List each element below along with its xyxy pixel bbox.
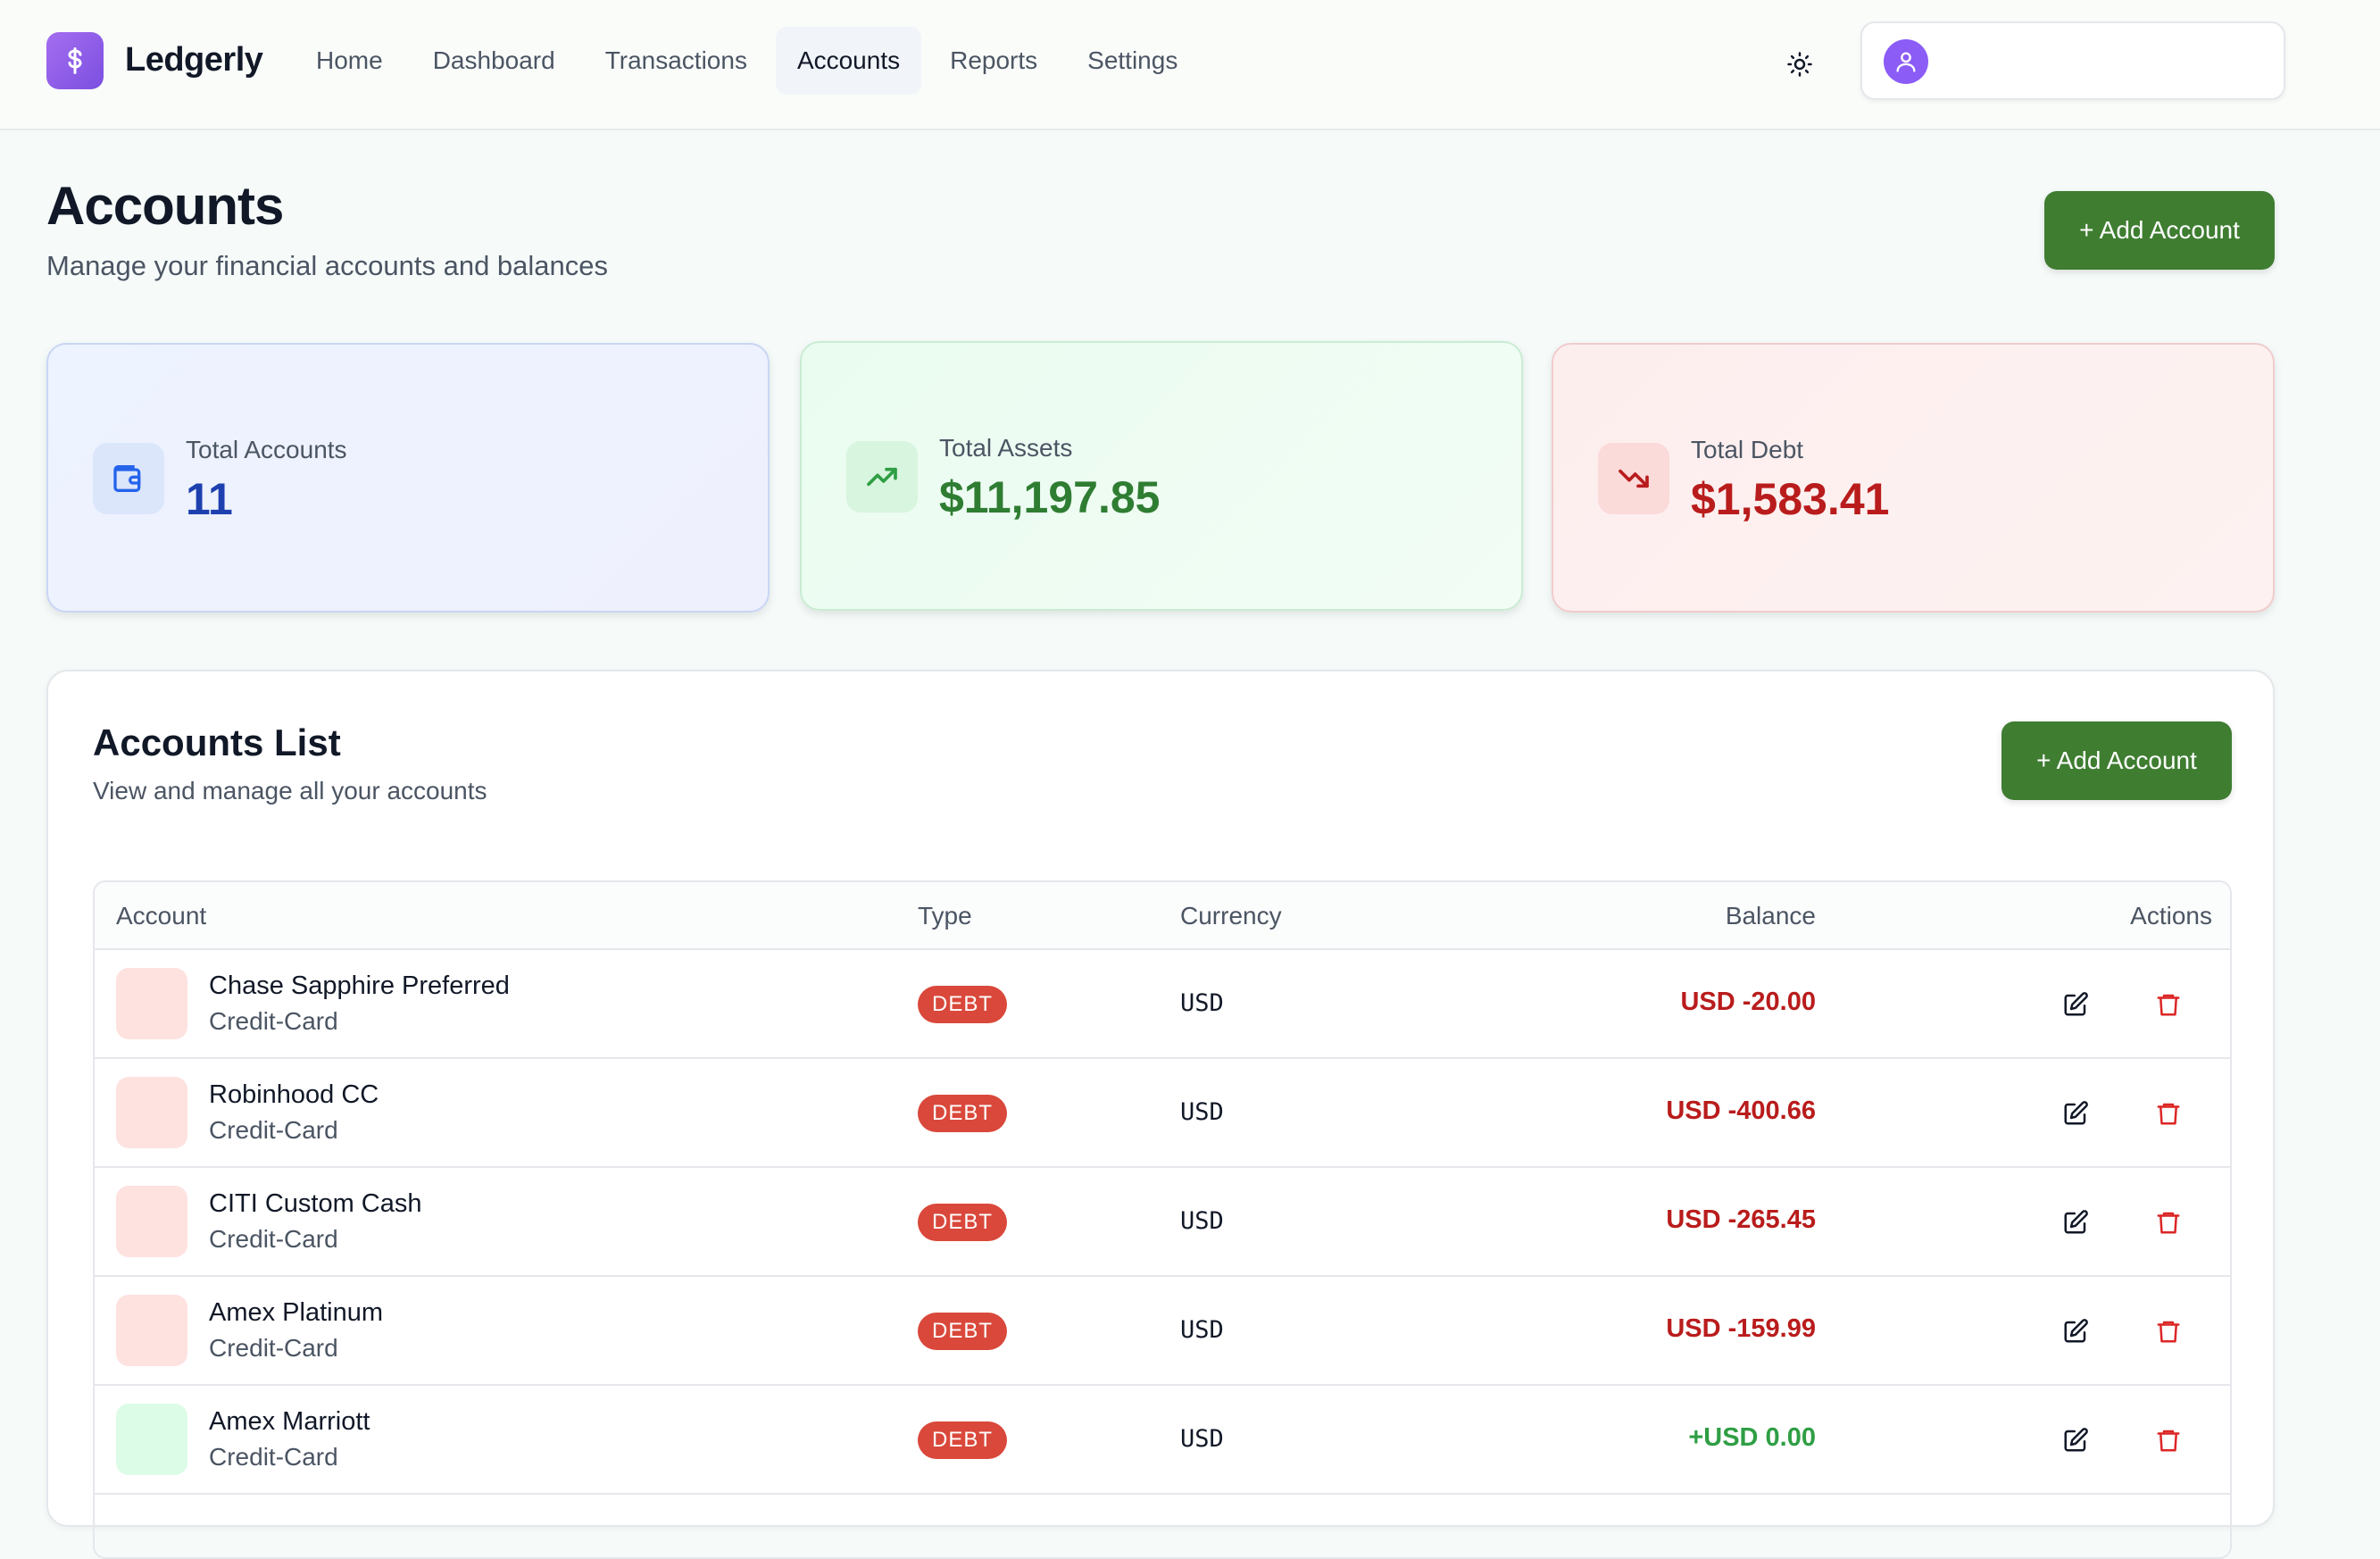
- delete-button[interactable]: [2148, 1093, 2189, 1134]
- column-type[interactable]: Type: [918, 902, 972, 930]
- accounts-table: Account Type Currency Balance Actions Ch…: [93, 880, 2232, 1559]
- account-subtype: Credit-Card: [209, 1007, 338, 1035]
- account-balance: USD -400.66: [1666, 1096, 1816, 1125]
- table-row[interactable]: Robinhood CC Credit-Card DEBT USD USD -4…: [95, 1059, 2230, 1168]
- edit-button[interactable]: [2055, 1420, 2096, 1461]
- main-nav: Home Dashboard Transactions Accounts Rep…: [295, 27, 1199, 95]
- edit-icon: [2064, 1101, 2088, 1125]
- trending-down-icon: [1598, 443, 1669, 514]
- add-account-button-list[interactable]: + Add Account: [2001, 721, 2232, 800]
- edit-icon: [2064, 1210, 2088, 1234]
- nav-transactions[interactable]: Transactions: [584, 27, 769, 95]
- top-navigation-bar: Ledgerly Home Dashboard Transactions Acc…: [0, 0, 2380, 130]
- page-subtitle: Manage your financial accounts and balan…: [46, 250, 609, 281]
- delete-button[interactable]: [2148, 1420, 2189, 1461]
- edit-button[interactable]: [2055, 1311, 2096, 1352]
- account-currency: USD: [1180, 1207, 1224, 1235]
- account-name: Chase Sapphire Preferred: [209, 971, 510, 1000]
- trash-icon: [2157, 1103, 2180, 1125]
- nav-accounts[interactable]: Accounts: [775, 27, 922, 95]
- add-account-button[interactable]: + Add Account: [2044, 191, 2275, 270]
- accounts-list-title: Accounts List: [93, 721, 341, 763]
- wallet-icon: [93, 443, 164, 514]
- trending-up-icon: [846, 441, 918, 513]
- account-icon: [116, 1186, 187, 1257]
- table-row[interactable]: Amex Platinum Credit-Card DEBT USD USD -…: [95, 1277, 2230, 1386]
- type-badge: DEBT: [918, 1095, 1008, 1132]
- edit-button[interactable]: [2055, 1202, 2096, 1243]
- app-name: Ledgerly: [125, 41, 263, 79]
- account-currency: USD: [1180, 1098, 1224, 1126]
- logo-dollar-icon[interactable]: [46, 32, 104, 89]
- user-menu-button[interactable]: [1860, 21, 2285, 100]
- delete-button[interactable]: [2148, 1311, 2189, 1352]
- edit-icon: [2064, 992, 2088, 1016]
- trash-icon: [2157, 1212, 2180, 1234]
- theme-toggle-button[interactable]: [1775, 39, 1825, 89]
- account-balance: USD -20.00: [1680, 988, 1816, 1016]
- account-name: Amex Marriott: [209, 1407, 370, 1436]
- account-balance: USD -265.45: [1666, 1205, 1816, 1234]
- account-subtype: Credit-Card: [209, 1334, 338, 1362]
- account-icon: [116, 968, 187, 1039]
- table-row[interactable]: CITI Custom Cash Credit-Card DEBT USD US…: [95, 1168, 2230, 1277]
- account-icon: [116, 1295, 187, 1366]
- account-subtype: Credit-Card: [209, 1443, 338, 1471]
- trash-icon: [2157, 994, 2180, 1016]
- account-currency: USD: [1180, 1425, 1224, 1453]
- edit-button[interactable]: [2055, 984, 2096, 1025]
- account-icon: [116, 1077, 187, 1148]
- column-actions: Actions: [2130, 902, 2212, 930]
- type-badge: DEBT: [918, 1421, 1008, 1459]
- account-currency: USD: [1180, 989, 1224, 1017]
- edit-icon: [2064, 1319, 2088, 1343]
- account-subtype: Credit-Card: [209, 1116, 338, 1144]
- account-balance: USD -159.99: [1666, 1314, 1816, 1343]
- type-badge: DEBT: [918, 1204, 1008, 1241]
- account-name: Amex Platinum: [209, 1298, 384, 1327]
- trash-icon: [2157, 1321, 2180, 1343]
- avatar: [1884, 39, 1928, 84]
- nav-dashboard[interactable]: Dashboard: [412, 27, 577, 95]
- accounts-list-panel: Accounts List View and manage all your a…: [46, 670, 2275, 1559]
- total-assets-card: Total Assets $11,197.85: [800, 341, 1523, 611]
- delete-button[interactable]: [2148, 1202, 2189, 1243]
- account-currency: USD: [1180, 1316, 1224, 1344]
- column-balance[interactable]: Balance: [1726, 902, 1816, 930]
- total-debt-card: Total Debt $1,583.41: [1552, 343, 2275, 613]
- nav-reports[interactable]: Reports: [928, 27, 1059, 95]
- total-debt-value: $1,583.41: [1691, 474, 1890, 524]
- total-debt-label: Total Debt: [1691, 436, 1804, 463]
- column-account[interactable]: Account: [116, 902, 206, 930]
- account-name: CITI Custom Cash: [209, 1189, 422, 1218]
- column-currency[interactable]: Currency: [1180, 902, 1282, 930]
- account-icon: [116, 1404, 187, 1475]
- type-badge: DEBT: [918, 1313, 1008, 1350]
- nav-settings[interactable]: Settings: [1066, 27, 1199, 95]
- table-header: Account Type Currency Balance Actions: [95, 882, 2230, 950]
- total-assets-value: $11,197.85: [939, 472, 1161, 522]
- edit-button[interactable]: [2055, 1093, 2096, 1134]
- account-name: Robinhood CC: [209, 1080, 379, 1109]
- total-accounts-value: 11: [186, 474, 233, 524]
- nav-home[interactable]: Home: [295, 27, 404, 95]
- page-title: Accounts: [46, 176, 284, 236]
- user-icon: [1896, 52, 1916, 72]
- total-accounts-label: Total Accounts: [186, 436, 347, 463]
- trash-icon: [2157, 1430, 2180, 1452]
- sun-icon: [1787, 52, 1812, 77]
- table-row[interactable]: Chase Sapphire Preferred Credit-Card DEB…: [95, 950, 2230, 1059]
- delete-button[interactable]: [2148, 984, 2189, 1025]
- accounts-list-subtitle: View and manage all your accounts: [93, 777, 487, 805]
- table-row[interactable]: Amex Marriott Credit-Card DEBT USD +USD …: [95, 1386, 2230, 1495]
- total-accounts-card: Total Accounts 11: [46, 343, 770, 613]
- edit-icon: [2064, 1428, 2088, 1452]
- account-subtype: Credit-Card: [209, 1225, 338, 1253]
- total-assets-label: Total Assets: [939, 434, 1073, 462]
- account-balance: +USD 0.00: [1688, 1423, 1816, 1452]
- type-badge: DEBT: [918, 986, 1008, 1023]
